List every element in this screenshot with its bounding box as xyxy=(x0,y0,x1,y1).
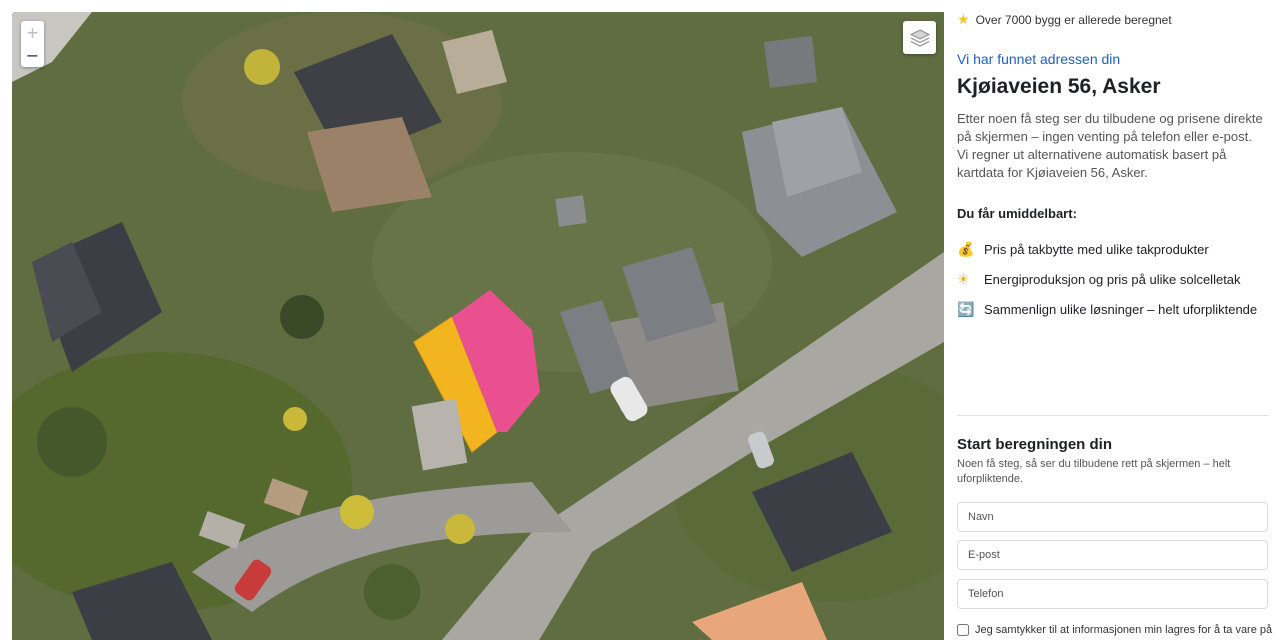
layers-icon xyxy=(909,28,930,47)
consent-checkbox[interactable] xyxy=(957,624,969,636)
star-icon: ★ xyxy=(957,11,970,27)
trust-badge: ★ Over 7000 bygg er allerede beregnet xyxy=(957,11,1172,28)
consent-text: Jeg samtykker til at informasjonen min l… xyxy=(975,624,1273,636)
benefit-text: Energiproduksjon og pris på ulike solcel… xyxy=(984,271,1241,287)
form-subtitle: Noen få steg, så ser du tilbudene rett p… xyxy=(957,458,1231,485)
aerial-map[interactable]: + − xyxy=(12,12,944,640)
repeat-icon: 🔄 xyxy=(957,300,975,317)
benefit-text: Pris på takbytte med ulike takprodukter xyxy=(984,241,1209,257)
sun-icon: ☀ xyxy=(957,270,970,287)
address-title: Kjøiaveien 56, Asker xyxy=(957,75,1161,98)
zoom-in-button[interactable]: + xyxy=(21,21,44,44)
name-field[interactable] xyxy=(957,502,1268,532)
benefit-item: 💰 Pris på takbytte med ulike takprodukte… xyxy=(957,234,1257,264)
layers-button[interactable] xyxy=(903,21,936,54)
benefits-list: 💰 Pris på takbytte med ulike takprodukte… xyxy=(957,234,1257,324)
section-divider xyxy=(957,415,1269,416)
money-bag-icon: 💰 xyxy=(957,240,975,257)
benefit-text: Sammenlign ulike løsninger – helt uforpl… xyxy=(984,301,1258,317)
phone-field[interactable] xyxy=(957,579,1268,609)
benefit-item: ☀ Energiproduksjon og pris på ulike solc… xyxy=(957,264,1257,294)
zoom-out-button[interactable]: − xyxy=(21,44,44,67)
form-title: Start beregningen din xyxy=(957,436,1113,453)
zoom-control: + − xyxy=(21,21,44,67)
benefits-title: Du får umiddelbart: xyxy=(957,206,1077,221)
benefit-item: 🔄 Sammenlign ulike løsninger – helt ufor… xyxy=(957,294,1257,324)
consent-row: Jeg samtykker til at informasjonen min l… xyxy=(957,624,1272,636)
email-field[interactable] xyxy=(957,540,1268,570)
lead-paragraph: Etter noen få steg ser du tilbudene og p… xyxy=(957,111,1263,180)
trust-text: Over 7000 bygg er allerede beregnet xyxy=(975,12,1172,27)
info-panel: ★ Over 7000 bygg er allerede beregnet Vi… xyxy=(957,0,1272,640)
aerial-photo xyxy=(12,12,944,640)
address-found-label: Vi har funnet adressen din xyxy=(957,51,1121,67)
